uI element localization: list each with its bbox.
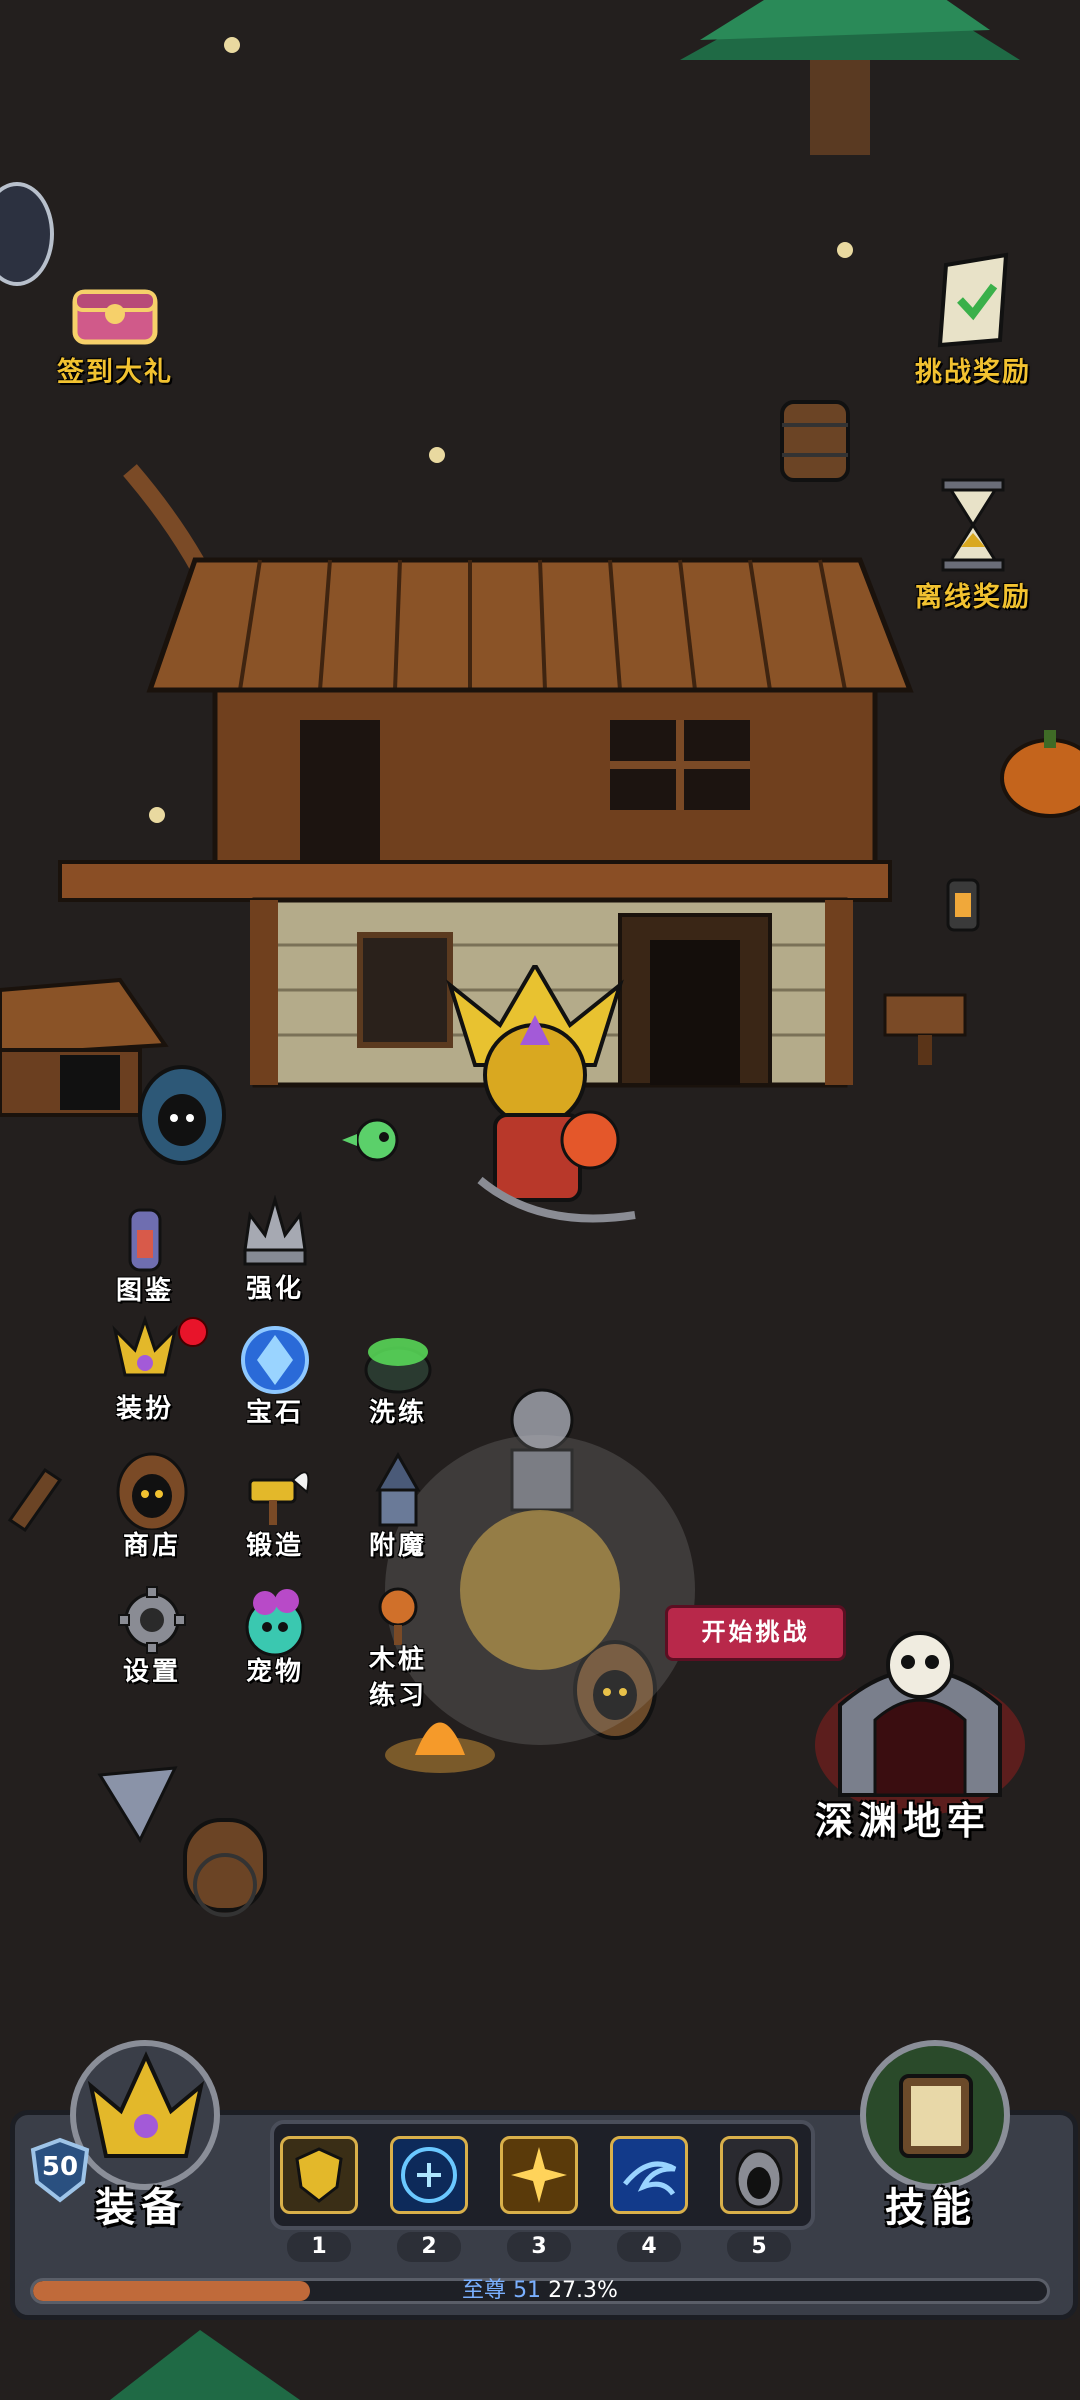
skill-slot-4[interactable] [610, 2136, 688, 2214]
enhance-button[interactable]: 强化 [215, 1195, 335, 1315]
refine-label: 洗练 [368, 1398, 427, 1428]
enchant-button[interactable]: 附魔 [338, 1450, 458, 1570]
settings-label: 设置 [122, 1657, 181, 1687]
rank-progress-text: 至尊 51 27.3% [300, 2276, 780, 2306]
golden-burst-icon [511, 2147, 567, 2203]
spellbook-icon [899, 2074, 973, 2158]
slot-number-1: 1 [287, 2232, 351, 2262]
player-level: 50 [41, 2152, 79, 2182]
silver-crown-icon [243, 1195, 307, 1266]
pet-label: 宠物 [245, 1657, 304, 1687]
golden-shield-icon [295, 2147, 343, 2203]
potion-book-icon [128, 1208, 162, 1272]
enchant-label: 附魔 [368, 1531, 427, 1561]
skills-label: 技能 [885, 2185, 977, 2231]
abyss-dungeon-label: 深渊地牢 [815, 1799, 992, 1843]
skill-slot-3[interactable] [500, 2136, 578, 2214]
barrel-decoration-2 [183, 1818, 267, 1917]
challenge-reward-label: 挑战奖励 [915, 357, 1031, 388]
refine-button[interactable]: 洗练 [338, 1320, 458, 1440]
sign-in-gift-button[interactable]: 签到大礼 [30, 270, 200, 400]
cosmetics-label: 装扮 [115, 1394, 174, 1424]
cosmetics-button[interactable]: 装扮 [85, 1315, 208, 1435]
crystal-decoration [97, 1766, 178, 1844]
notification-badge [178, 1317, 208, 1347]
wizard-icon [375, 1451, 421, 1527]
scroll-check-icon [937, 252, 1009, 348]
gear-icon [118, 1586, 186, 1654]
rank-level: 51 [513, 2278, 542, 2303]
forge-button[interactable]: 锻造 [215, 1450, 335, 1570]
whirlwind-icon [623, 2161, 677, 2196]
skill-slot-1[interactable] [280, 2136, 358, 2214]
blue-rune-icon [401, 2147, 457, 2203]
training-dummy-label-line2: 练习 [368, 1681, 427, 1711]
sign-in-gift-label: 签到大礼 [57, 357, 173, 388]
slot-number-5: 5 [727, 2232, 791, 2262]
training-dummy-label-line1: 木桩 [368, 1645, 427, 1675]
gem-label: 宝石 [245, 1398, 304, 1428]
winged-hammer-icon [248, 1471, 310, 1525]
enhance-label: 强化 [245, 1274, 304, 1304]
hooded-npc [138, 1065, 226, 1165]
barrel-decoration [780, 400, 850, 482]
shed-decoration [0, 977, 169, 1117]
settings-button[interactable]: 设置 [92, 1585, 212, 1705]
shop-label: 商店 [122, 1531, 181, 1561]
skills-button[interactable] [860, 2040, 1010, 2190]
hourglass-icon [941, 478, 1005, 572]
pet-button[interactable]: 宠物 [215, 1585, 335, 1705]
pumpkin-decoration [1000, 730, 1080, 818]
dungeon-gate-icon [815, 1631, 1025, 1815]
sign-decoration [883, 993, 967, 1065]
pet-creature-icon [245, 1589, 305, 1657]
progress-percent: 27.3% [548, 2278, 618, 2303]
lantern-decoration [946, 878, 980, 932]
offline-reward-label: 离线奖励 [915, 582, 1031, 613]
game-scene: 签到大礼 挑战奖励 离线奖励 图鉴 强化 装扮 宝石 洗练 商店 锻造 附魔 设… [0, 0, 1080, 2400]
pet-bird [342, 1118, 399, 1162]
offline-reward-button[interactable]: 离线奖励 [888, 475, 1058, 625]
rank-name: 至尊 [462, 2278, 507, 2303]
gem-button[interactable]: 宝石 [215, 1320, 335, 1440]
treasure-chest-icon [72, 289, 158, 345]
golden-helmet-icon [112, 1315, 178, 1377]
green-cauldron-icon [364, 1338, 432, 1394]
hooded-merchant-icon [116, 1452, 188, 1530]
rank-progress-fill [33, 2281, 310, 2301]
codex-button[interactable]: 图鉴 [85, 1200, 205, 1320]
skill-slot-2[interactable] [390, 2136, 468, 2214]
blue-gem-icon [241, 1326, 309, 1394]
hooded-figure-icon [735, 2149, 783, 2209]
shop-button[interactable]: 商店 [92, 1450, 212, 1570]
training-dummy-button[interactable]: 木桩 练习 [338, 1585, 458, 1735]
slot-number-4: 4 [617, 2232, 681, 2262]
slot-number-2: 2 [397, 2232, 461, 2262]
tree-decoration [680, 0, 1020, 155]
level-badge: 50 [25, 2136, 95, 2206]
slot-number-3: 3 [507, 2232, 571, 2262]
codex-label: 图鉴 [115, 1276, 174, 1306]
challenge-reward-button[interactable]: 挑战奖励 [888, 250, 1058, 400]
scarecrow-icon [378, 1587, 418, 1645]
skill-slot-5[interactable] [720, 2136, 798, 2214]
hero-portrait-icon [87, 2051, 205, 2158]
forge-label: 锻造 [245, 1531, 304, 1561]
player-character [446, 965, 636, 1223]
equipment-label: 装备 [95, 2185, 187, 2231]
